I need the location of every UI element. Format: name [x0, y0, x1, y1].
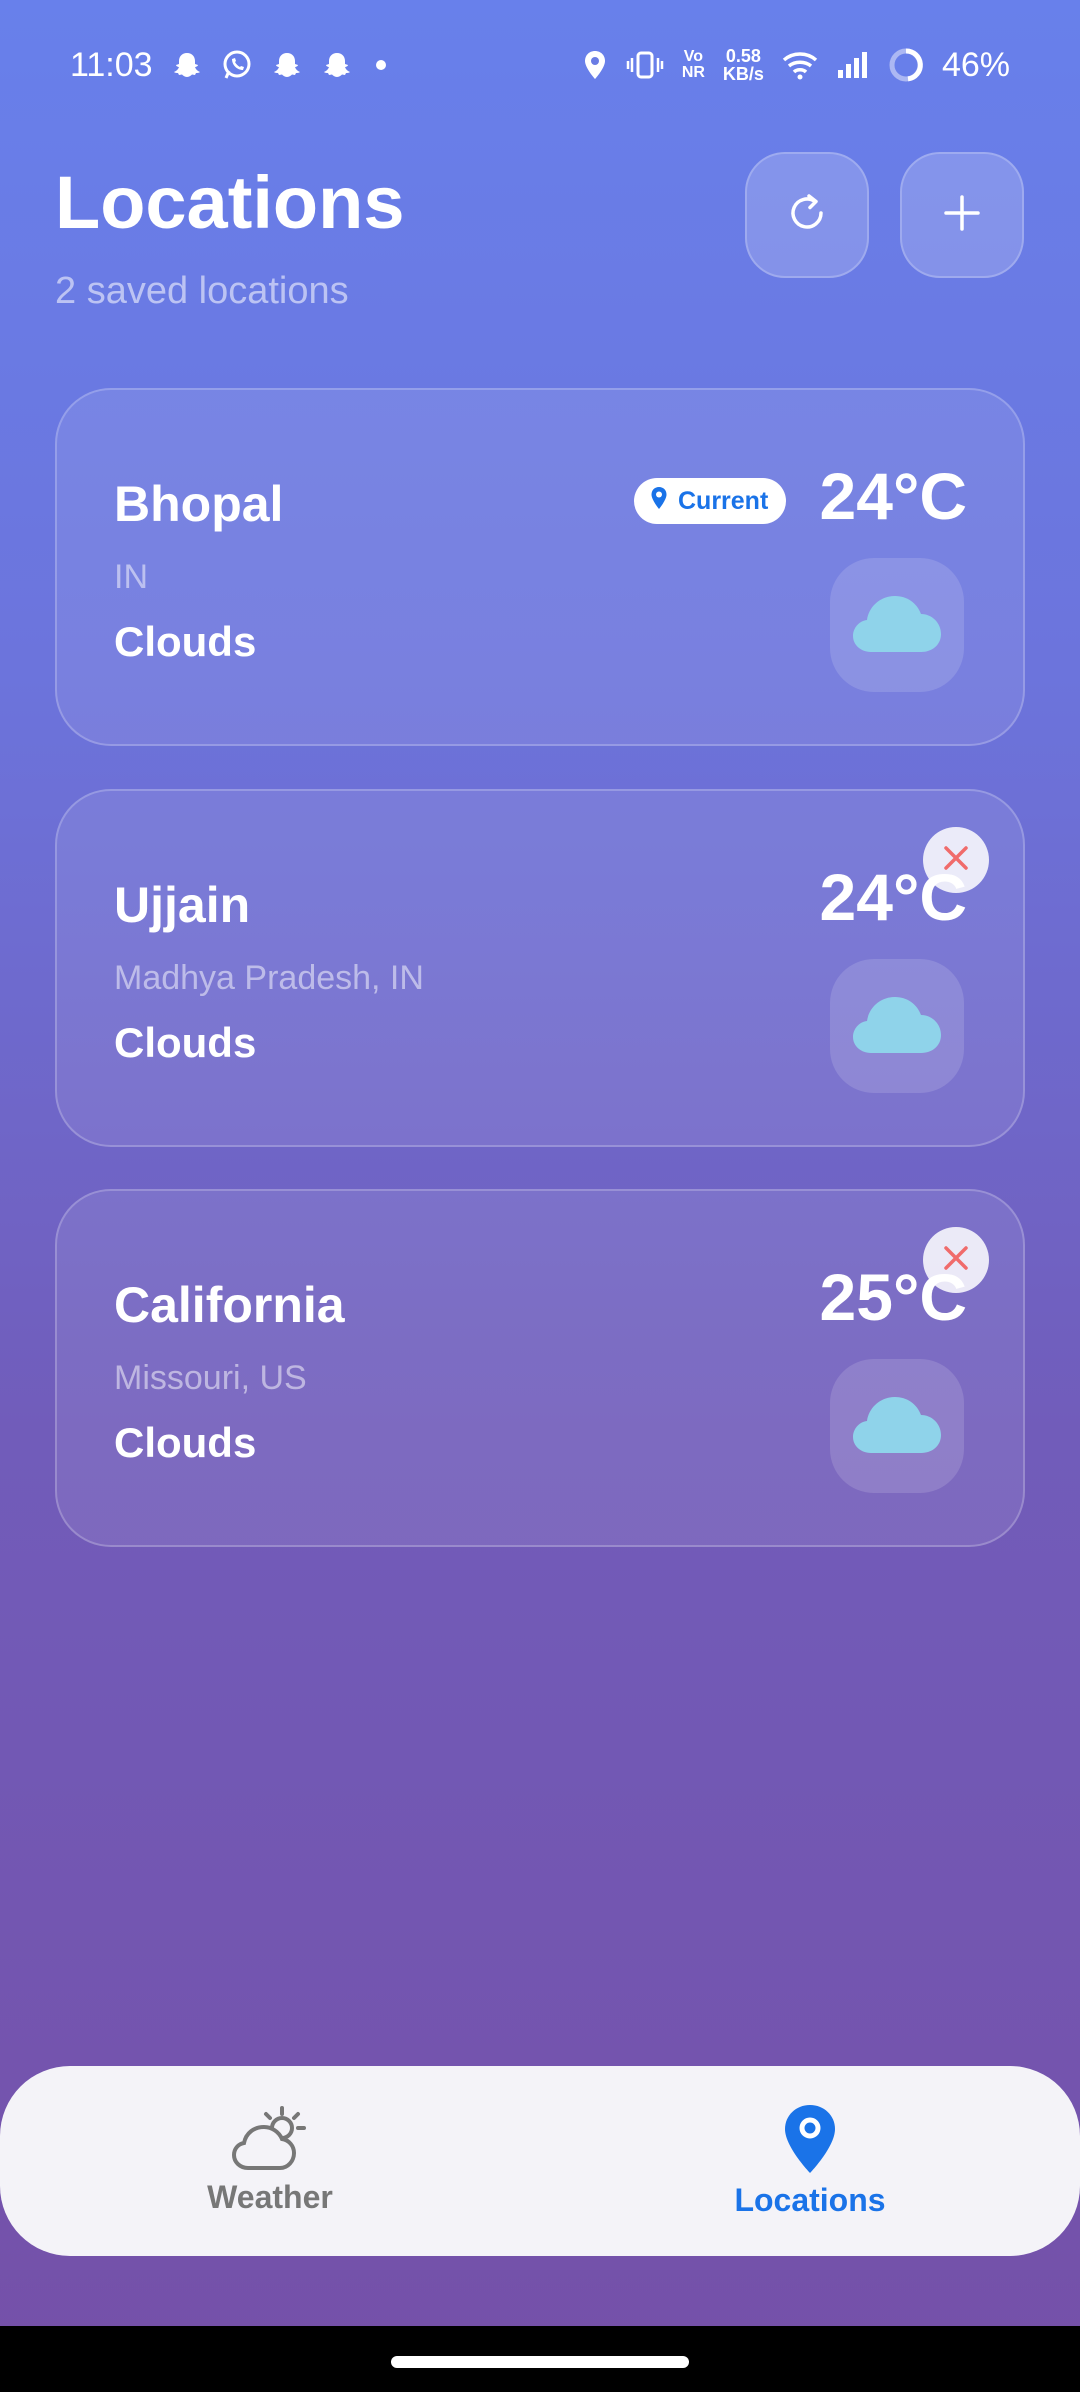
current-location-badge: Current	[634, 478, 787, 524]
nav-label-locations: Locations	[734, 2182, 886, 2218]
snapchat-icon	[321, 49, 353, 81]
network-speed: 0.58 KB/s	[723, 47, 764, 83]
weather-icon-container	[830, 1359, 964, 1493]
weather-condition: Clouds	[114, 1019, 257, 1066]
remove-location-button[interactable]	[923, 827, 989, 893]
network-speed-unit: KB/s	[722, 64, 764, 84]
dot-icon	[371, 55, 391, 75]
bottom-navigation: Weather Locations	[0, 2066, 1080, 2256]
location-icon	[582, 49, 608, 81]
location-city: Bhopal	[114, 476, 284, 532]
status-bar-left: 11:03	[70, 46, 391, 85]
temperature: 24°C	[819, 459, 967, 533]
snapchat-icon	[271, 49, 303, 81]
network-speed-value: 0.58	[725, 46, 761, 66]
page-title: Locations	[55, 161, 405, 244]
plus-icon	[940, 191, 984, 240]
location-region: Missouri, US	[114, 1359, 307, 1397]
close-icon	[942, 1244, 970, 1277]
cloud-icon	[851, 993, 943, 1060]
vibrate-icon	[626, 50, 664, 80]
saved-count-subtitle: 2 saved locations	[55, 270, 349, 312]
nav-item-weather[interactable]: Weather	[0, 2066, 540, 2256]
cloud-icon	[851, 1393, 943, 1460]
location-region: Madhya Pradesh, IN	[114, 959, 424, 997]
location-pin-icon	[650, 486, 668, 517]
wifi-icon	[782, 50, 818, 80]
remove-location-button[interactable]	[923, 1227, 989, 1293]
location-region: IN	[114, 558, 148, 596]
nav-item-locations[interactable]: Locations	[540, 2066, 1080, 2256]
cloud-icon	[851, 592, 943, 659]
battery-percentage: 46%	[941, 45, 1010, 84]
refresh-button[interactable]	[745, 152, 869, 278]
close-icon	[942, 844, 970, 877]
battery-icon	[888, 47, 924, 83]
refresh-icon	[783, 189, 831, 242]
status-bar-right: Vo NR 0.58 KB/s 46%	[582, 46, 1010, 85]
weather-condition: Clouds	[114, 1419, 257, 1466]
signal-icon	[836, 50, 870, 80]
status-bar: 11:03 Vo NR 0.58 KB/s 46%	[0, 0, 1080, 130]
location-card-california[interactable]: California Missouri, US Clouds 25°C	[55, 1189, 1025, 1547]
system-navigation-bar	[0, 2326, 1080, 2392]
location-city: California	[114, 1277, 345, 1333]
add-location-button[interactable]	[900, 152, 1024, 278]
location-card-bhopal[interactable]: Bhopal IN Clouds Current 24°C	[55, 388, 1025, 746]
status-time: 11:03	[70, 45, 153, 84]
location-city: Ujjain	[114, 877, 251, 933]
location-card-ujjain[interactable]: Ujjain Madhya Pradesh, IN Clouds 24°C	[55, 789, 1025, 1147]
whatsapp-icon	[221, 49, 253, 81]
location-pin-icon	[782, 2103, 838, 2180]
current-badge-label: Current	[678, 486, 769, 515]
volte-indicator: Vo NR	[682, 49, 705, 81]
home-indicator[interactable]	[391, 2356, 689, 2368]
volte-bottom-text: NR	[681, 64, 705, 81]
weather-condition: Clouds	[114, 618, 257, 665]
nav-label-weather: Weather	[207, 2179, 333, 2215]
weather-icon-container	[830, 558, 964, 692]
weather-icon-container	[830, 959, 964, 1093]
snapchat-icon	[171, 49, 203, 81]
partly-cloudy-icon	[230, 2106, 310, 2177]
volte-top-text: Vo	[683, 48, 703, 65]
